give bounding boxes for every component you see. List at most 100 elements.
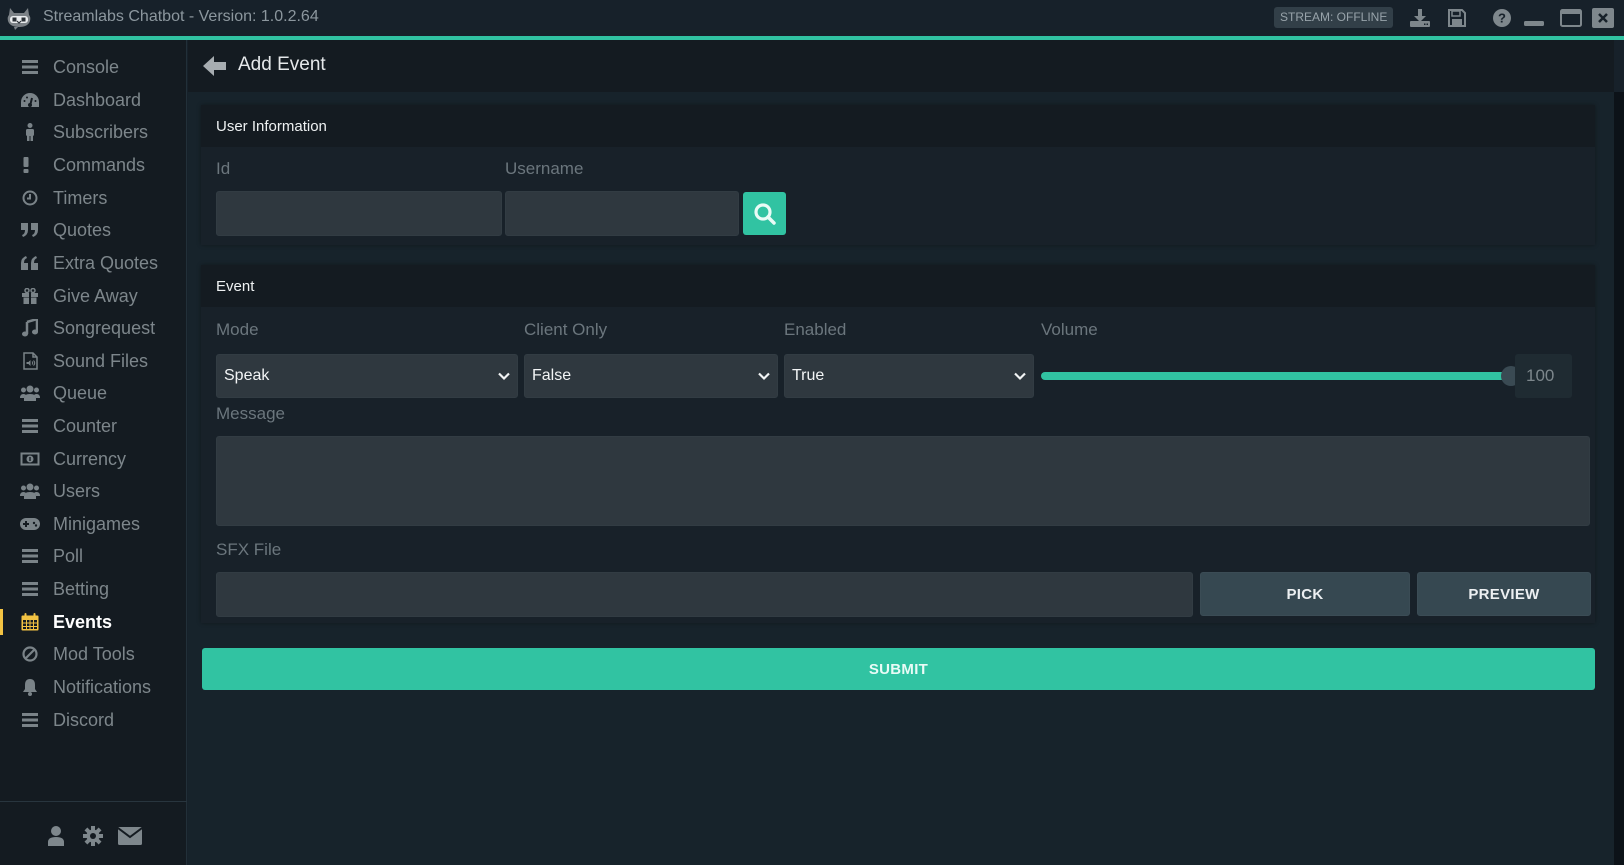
sidebar-item-label: Events	[53, 611, 113, 632]
quote-right-icon	[20, 220, 40, 240]
mode-label: Mode	[216, 320, 259, 339]
sidebar-item-label: Discord	[53, 709, 115, 730]
stream-status-badge[interactable]: STREAM: OFFLINE	[1274, 7, 1394, 28]
sidebar-item-quotes[interactable]: Quotes	[0, 215, 187, 245]
card-heading: User Information	[201, 105, 1595, 147]
sidebar-item-songrequest[interactable]: Songrequest	[0, 313, 187, 343]
client-only-label: Client Only	[524, 320, 608, 339]
username-input[interactable]	[505, 191, 739, 236]
sfx-file-input[interactable]	[216, 572, 1193, 617]
music-icon	[20, 318, 40, 338]
list-icon	[20, 579, 40, 599]
close-icon[interactable]	[1592, 8, 1614, 28]
svg-text:?: ?	[1498, 11, 1506, 26]
list-icon	[20, 57, 40, 77]
sidebar-item-label: Notifications	[53, 676, 152, 697]
sidebar-item-label: Queue	[53, 382, 108, 403]
gear-icon[interactable]	[81, 824, 105, 848]
sidebar-item-poll[interactable]: Poll	[0, 541, 187, 571]
sidebar-item-label: Dashboard	[53, 89, 142, 110]
minimize-icon[interactable]	[1523, 8, 1545, 28]
save-icon[interactable]	[1446, 8, 1468, 28]
sidebar-item-discord[interactable]: Discord	[0, 705, 187, 735]
sidebar-item-sound-files[interactable]: Sound Files	[0, 346, 187, 376]
quote-left-icon	[20, 253, 40, 273]
sidebar-item-label: Quotes	[53, 219, 112, 240]
sidebar-item-console[interactable]: Console	[0, 52, 187, 82]
page-title: Add Event	[238, 54, 326, 75]
id-label: Id	[216, 159, 231, 178]
sidebar-item-queue[interactable]: Queue	[0, 378, 187, 408]
person-icon	[20, 122, 40, 142]
app-version: - Version: 1.0.2.64	[184, 8, 319, 25]
list-icon	[20, 416, 40, 436]
money-icon	[20, 449, 40, 469]
client-only-select[interactable]: False	[524, 354, 778, 398]
sidebar-item-minigames[interactable]: Minigames	[0, 509, 187, 539]
sidebar-item-subscribers[interactable]: Subscribers	[0, 117, 187, 147]
sidebar-item-timers[interactable]: Timers	[0, 183, 187, 213]
sidebar: Console Dashboard Subscribers Commands T…	[0, 40, 187, 865]
maximize-icon[interactable]	[1560, 8, 1582, 28]
sidebar-item-label: Currency	[53, 448, 127, 469]
sidebar-item-give-away[interactable]: Give Away	[0, 281, 187, 311]
sidebar-item-label: Commands	[53, 154, 146, 175]
sidebar-item-betting[interactable]: Betting	[0, 574, 187, 604]
sidebar-footer	[0, 824, 187, 854]
sidebar-item-label: Sound Files	[53, 350, 149, 371]
enabled-selected-value: True	[792, 367, 825, 384]
calendar-icon	[20, 612, 40, 632]
arrow-left-icon[interactable]	[202, 54, 228, 78]
preview-button[interactable]: PREVIEW	[1417, 572, 1591, 616]
sfx-file-label: SFX File	[216, 540, 282, 559]
message-textarea[interactable]	[216, 436, 1590, 526]
envelope-icon[interactable]	[117, 824, 143, 848]
scrollbar[interactable]	[1614, 92, 1624, 865]
exclamation-icon	[20, 155, 40, 175]
enabled-select[interactable]: True	[784, 354, 1034, 398]
sidebar-item-commands[interactable]: Commands	[0, 150, 187, 180]
sidebar-item-label: Counter	[53, 415, 118, 436]
sidebar-item-label: Timers	[53, 187, 108, 208]
id-input[interactable]	[216, 191, 502, 236]
dashboard-icon	[20, 90, 40, 110]
chevron-down-icon	[498, 372, 510, 381]
audio-file-icon	[20, 351, 40, 371]
gift-icon	[20, 286, 40, 306]
client-only-selected-value: False	[532, 367, 572, 384]
gamepad-icon	[20, 514, 40, 534]
mode-selected-value: Speak	[224, 367, 270, 384]
users-icon	[20, 481, 40, 501]
enabled-label: Enabled	[784, 320, 847, 339]
search-button[interactable]	[743, 192, 786, 235]
message-label: Message	[216, 404, 285, 423]
search-icon	[753, 202, 776, 225]
sidebar-item-label: Give Away	[53, 285, 138, 306]
sidebar-item-notifications[interactable]: Notifications	[0, 672, 187, 702]
sidebar-item-label: Console	[53, 56, 120, 77]
app-name: Streamlabs Chatbot	[43, 8, 185, 25]
sidebar-divider	[0, 801, 187, 802]
volume-slider-track[interactable]	[1041, 372, 1511, 380]
list-icon	[20, 546, 40, 566]
sidebar-item-extra-quotes[interactable]: Extra Quotes	[0, 248, 187, 278]
help-icon[interactable]: ?	[1491, 8, 1513, 28]
volume-label: Volume	[1041, 320, 1098, 339]
sidebar-item-counter[interactable]: Counter	[0, 411, 187, 441]
pick-button[interactable]: PICK	[1200, 572, 1410, 616]
sidebar-item-mod-tools[interactable]: Mod Tools	[0, 639, 187, 669]
clock-icon	[20, 188, 40, 208]
user-icon[interactable]	[44, 824, 68, 848]
title-bar: Streamlabs Chatbot - Version: 1.0.2.64 S…	[0, 0, 1624, 40]
sidebar-item-label: Betting	[53, 578, 110, 599]
sidebar-item-users[interactable]: Users	[0, 476, 187, 506]
mode-select[interactable]: Speak	[216, 354, 518, 398]
download-icon[interactable]	[1409, 8, 1431, 28]
sidebar-item-currency[interactable]: Currency	[0, 444, 187, 474]
submit-button[interactable]: SUBMIT	[202, 648, 1595, 690]
sidebar-item-events[interactable]: Events	[0, 607, 187, 637]
sidebar-item-dashboard[interactable]: Dashboard	[0, 85, 187, 115]
list-icon	[20, 710, 40, 730]
ban-icon	[20, 644, 40, 664]
chevron-down-icon	[1014, 372, 1026, 381]
